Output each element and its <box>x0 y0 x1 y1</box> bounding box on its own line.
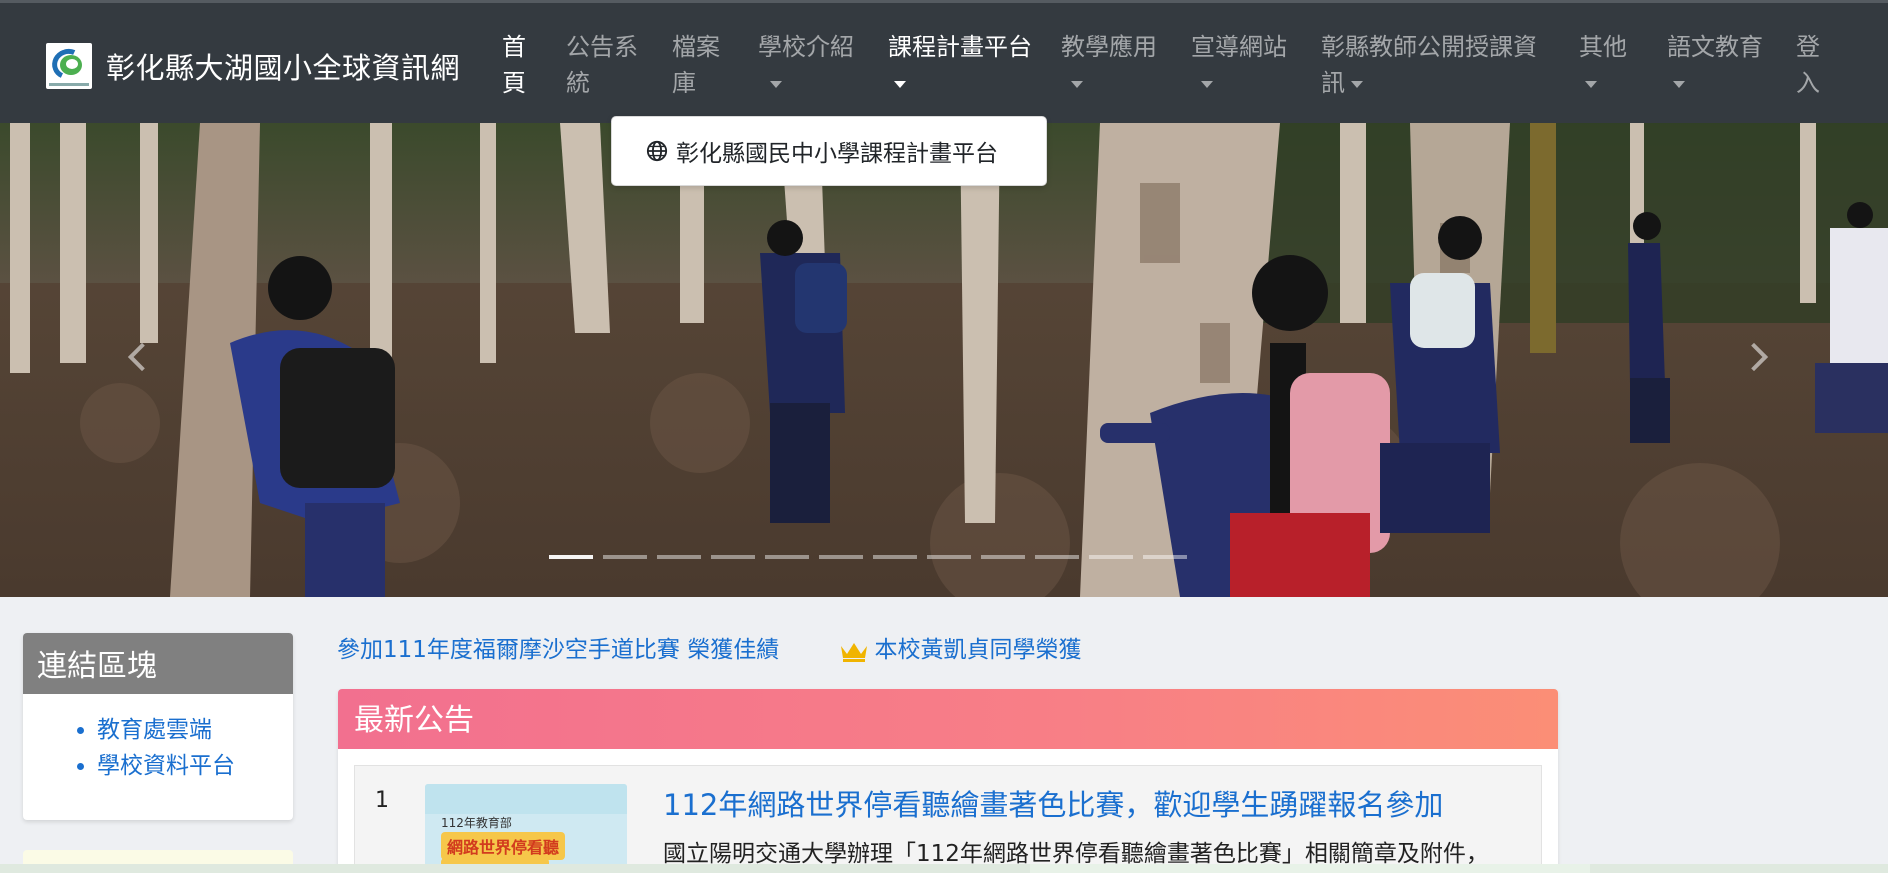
chevron-down-icon <box>1585 80 1597 88</box>
navbar: 彰化縣大湖國小全球資訊網 首頁 公告系統 檔案庫 學校介紹 課程計畫平台 教學應… <box>0 0 1888 123</box>
nav-advocacy-sites[interactable]: 宣導網站 <box>1191 29 1287 101</box>
carousel-indicator[interactable] <box>927 555 971 559</box>
chevron-down-icon <box>1071 80 1083 88</box>
latest-announcements-card: 最新公告 1 112年教育部 網路世界停看聽 繪畫著色比賽 112年網路世界停看… <box>338 689 1558 873</box>
bottom-scroll-edge <box>0 864 1888 873</box>
carousel-indicator[interactable] <box>981 555 1025 559</box>
carousel-indicators <box>549 555 1187 559</box>
carousel-indicator[interactable] <box>765 555 809 559</box>
nav-teaching-apps[interactable]: 教學應用 <box>1061 29 1157 101</box>
links-card-title: 連結區塊 <box>23 633 293 694</box>
nav-other[interactable]: 其他 <box>1579 29 1627 101</box>
chevron-down-icon <box>770 80 782 88</box>
curriculum-dropdown-menu: 彰化縣國民中小學課程計畫平台 <box>611 116 1047 186</box>
link-school-data-platform[interactable]: 學校資料平台 <box>97 748 293 784</box>
announcement-thumbnail[interactable]: 112年教育部 網路世界停看聽 繪畫著色比賽 <box>425 784 627 873</box>
hero-photo <box>0 123 1888 597</box>
nav-school-intro[interactable]: 學校介紹 <box>758 29 854 101</box>
brand[interactable]: 彰化縣大湖國小全球資訊網 <box>46 43 460 89</box>
nav-announcement-system[interactable]: 公告系統 <box>566 29 638 101</box>
carousel-indicator[interactable] <box>657 555 701 559</box>
carousel-indicator[interactable] <box>1089 555 1133 559</box>
carousel-indicator[interactable] <box>711 555 755 559</box>
crown-icon <box>840 642 867 662</box>
carousel-indicator[interactable] <box>873 555 917 559</box>
announcement-summary: 國立陽明交通大學辦理「112年網路世界停看聽繪畫著色比賽」相關簡章及附件， <box>663 841 1489 867</box>
marquee-item[interactable]: 本校黃凱貞同學榮獲 <box>839 633 1082 667</box>
carousel-indicator[interactable] <box>819 555 863 559</box>
school-logo-icon <box>46 43 92 89</box>
nav-open-class-info[interactable]: 彰縣教師公開授課資 訊 <box>1321 29 1537 101</box>
carousel-prev-button[interactable] <box>120 337 150 377</box>
announcements-title: 最新公告 <box>338 689 1558 749</box>
hero-carousel <box>0 123 1888 597</box>
carousel-indicator[interactable] <box>1035 555 1079 559</box>
dropdown-item-curriculum-platform[interactable]: 彰化縣國民中小學課程計畫平台 <box>676 134 998 168</box>
chevron-down-icon <box>1351 80 1363 88</box>
news-marquee: 參加111年度福爾摩沙空手道比賽 榮獲佳績 本校黃凱貞同學榮獲 <box>337 633 1087 667</box>
nav-home[interactable]: 首頁 <box>502 29 526 101</box>
links-list: 教育處雲端 學校資料平台 <box>97 712 293 784</box>
carousel-indicator[interactable] <box>1143 555 1187 559</box>
carousel-indicator[interactable] <box>549 555 593 559</box>
nav-file-library[interactable]: 檔案庫 <box>672 29 720 101</box>
announcement-title-link[interactable]: 112年網路世界停看聽繪畫著色比賽，歡迎學生踴躍報名參加 <box>663 782 1443 824</box>
announcement-number: 1 <box>375 788 389 813</box>
carousel-indicator[interactable] <box>603 555 647 559</box>
globe-icon <box>646 140 668 162</box>
nav-login[interactable]: 登入 <box>1796 29 1820 101</box>
announcement-row: 1 112年教育部 網路世界停看聽 繪畫著色比賽 112年網路世界停看聽繪畫著色… <box>354 765 1542 873</box>
carousel-next-button[interactable] <box>1736 337 1766 377</box>
marquee-item[interactable]: 參加111年度福爾摩沙空手道比賽 榮獲佳績 <box>337 633 779 667</box>
site-title: 彰化縣大湖國小全球資訊網 <box>106 51 461 85</box>
chevron-down-icon <box>1673 80 1685 88</box>
nav-language-education[interactable]: 語文教育 <box>1667 29 1763 101</box>
chevron-down-icon <box>894 80 906 88</box>
nav-curriculum-platform[interactable]: 課程計畫平台 <box>888 29 1032 101</box>
link-education-cloud[interactable]: 教育處雲端 <box>97 712 293 748</box>
chevron-down-icon <box>1201 80 1213 88</box>
links-card: 連結區塊 教育處雲端 學校資料平台 <box>23 633 293 820</box>
